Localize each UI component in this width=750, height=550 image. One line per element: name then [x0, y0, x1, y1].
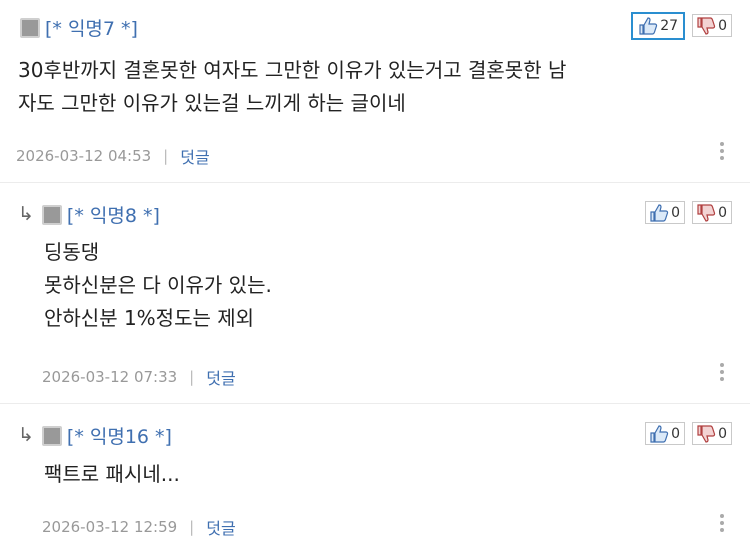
dislike-count: 0	[718, 17, 727, 34]
comment-item: [* 익명7 *] 27 0 30후반까지 결혼못한 여자도 그만한 이유가 있…	[0, 0, 750, 182]
dislike-button[interactable]: 0	[692, 201, 732, 224]
comment-item: ↳ [* 익명16 *] 0 0 팩트로 패시네... 2026-03-12 1…	[0, 404, 750, 550]
comment-date: 2026-03-12 12:59	[42, 518, 178, 536]
meta-divider: |	[163, 147, 169, 165]
thumbs-down-icon	[697, 424, 716, 443]
thumbs-down-icon	[697, 203, 716, 222]
like-button[interactable]: 0	[645, 422, 686, 445]
thumbs-up-icon	[639, 17, 658, 35]
avatar	[41, 204, 62, 225]
thumbs-down-icon	[697, 16, 716, 35]
comment-author[interactable]: [* 익명16 *]	[67, 422, 172, 449]
reply-link[interactable]: 덧글	[180, 144, 209, 168]
like-count: 0	[671, 425, 681, 442]
like-count: 27	[660, 18, 679, 34]
comment-author[interactable]: [* 익명7 *]	[45, 14, 138, 41]
dislike-count: 0	[718, 204, 727, 221]
comment-item: ↳ [* 익명8 *] 0 0 딩동댕 못하신분은 다 이유가 있는. 안하신분…	[0, 183, 750, 403]
dislike-button[interactable]: 0	[692, 14, 732, 37]
comment-body: 딩동댕 못하신분은 다 이유가 있는. 안하신분 1%정도는 제외	[44, 240, 272, 330]
thumbs-up-icon	[650, 203, 669, 222]
more-vertical-icon[interactable]	[720, 363, 724, 381]
more-vertical-icon[interactable]	[720, 142, 724, 160]
comment-body: 30후반까지 결혼못한 여자도 그만한 이유가 있는거고 결혼못한 남 자도 그…	[18, 58, 567, 115]
avatar	[20, 17, 40, 38]
comment-author[interactable]: [* 익명8 *]	[67, 201, 160, 228]
reply-arrow-icon: ↳	[18, 203, 34, 225]
thumbs-up-icon	[650, 424, 669, 443]
reply-arrow-icon: ↳	[18, 424, 34, 446]
comment-body: 팩트로 패시네...	[44, 462, 180, 486]
like-button[interactable]: 0	[645, 201, 686, 224]
avatar	[41, 425, 62, 446]
like-count: 0	[671, 204, 681, 221]
meta-divider: |	[189, 518, 195, 536]
comment-date: 2026-03-12 04:53	[16, 147, 152, 165]
like-button[interactable]: 27	[631, 12, 686, 40]
comment-date: 2026-03-12 07:33	[42, 368, 178, 386]
dislike-button[interactable]: 0	[692, 422, 732, 445]
reply-link[interactable]: 덧글	[206, 365, 235, 389]
reply-link[interactable]: 덧글	[206, 515, 235, 539]
more-vertical-icon[interactable]	[720, 514, 724, 532]
meta-divider: |	[189, 368, 195, 386]
dislike-count: 0	[718, 425, 727, 442]
